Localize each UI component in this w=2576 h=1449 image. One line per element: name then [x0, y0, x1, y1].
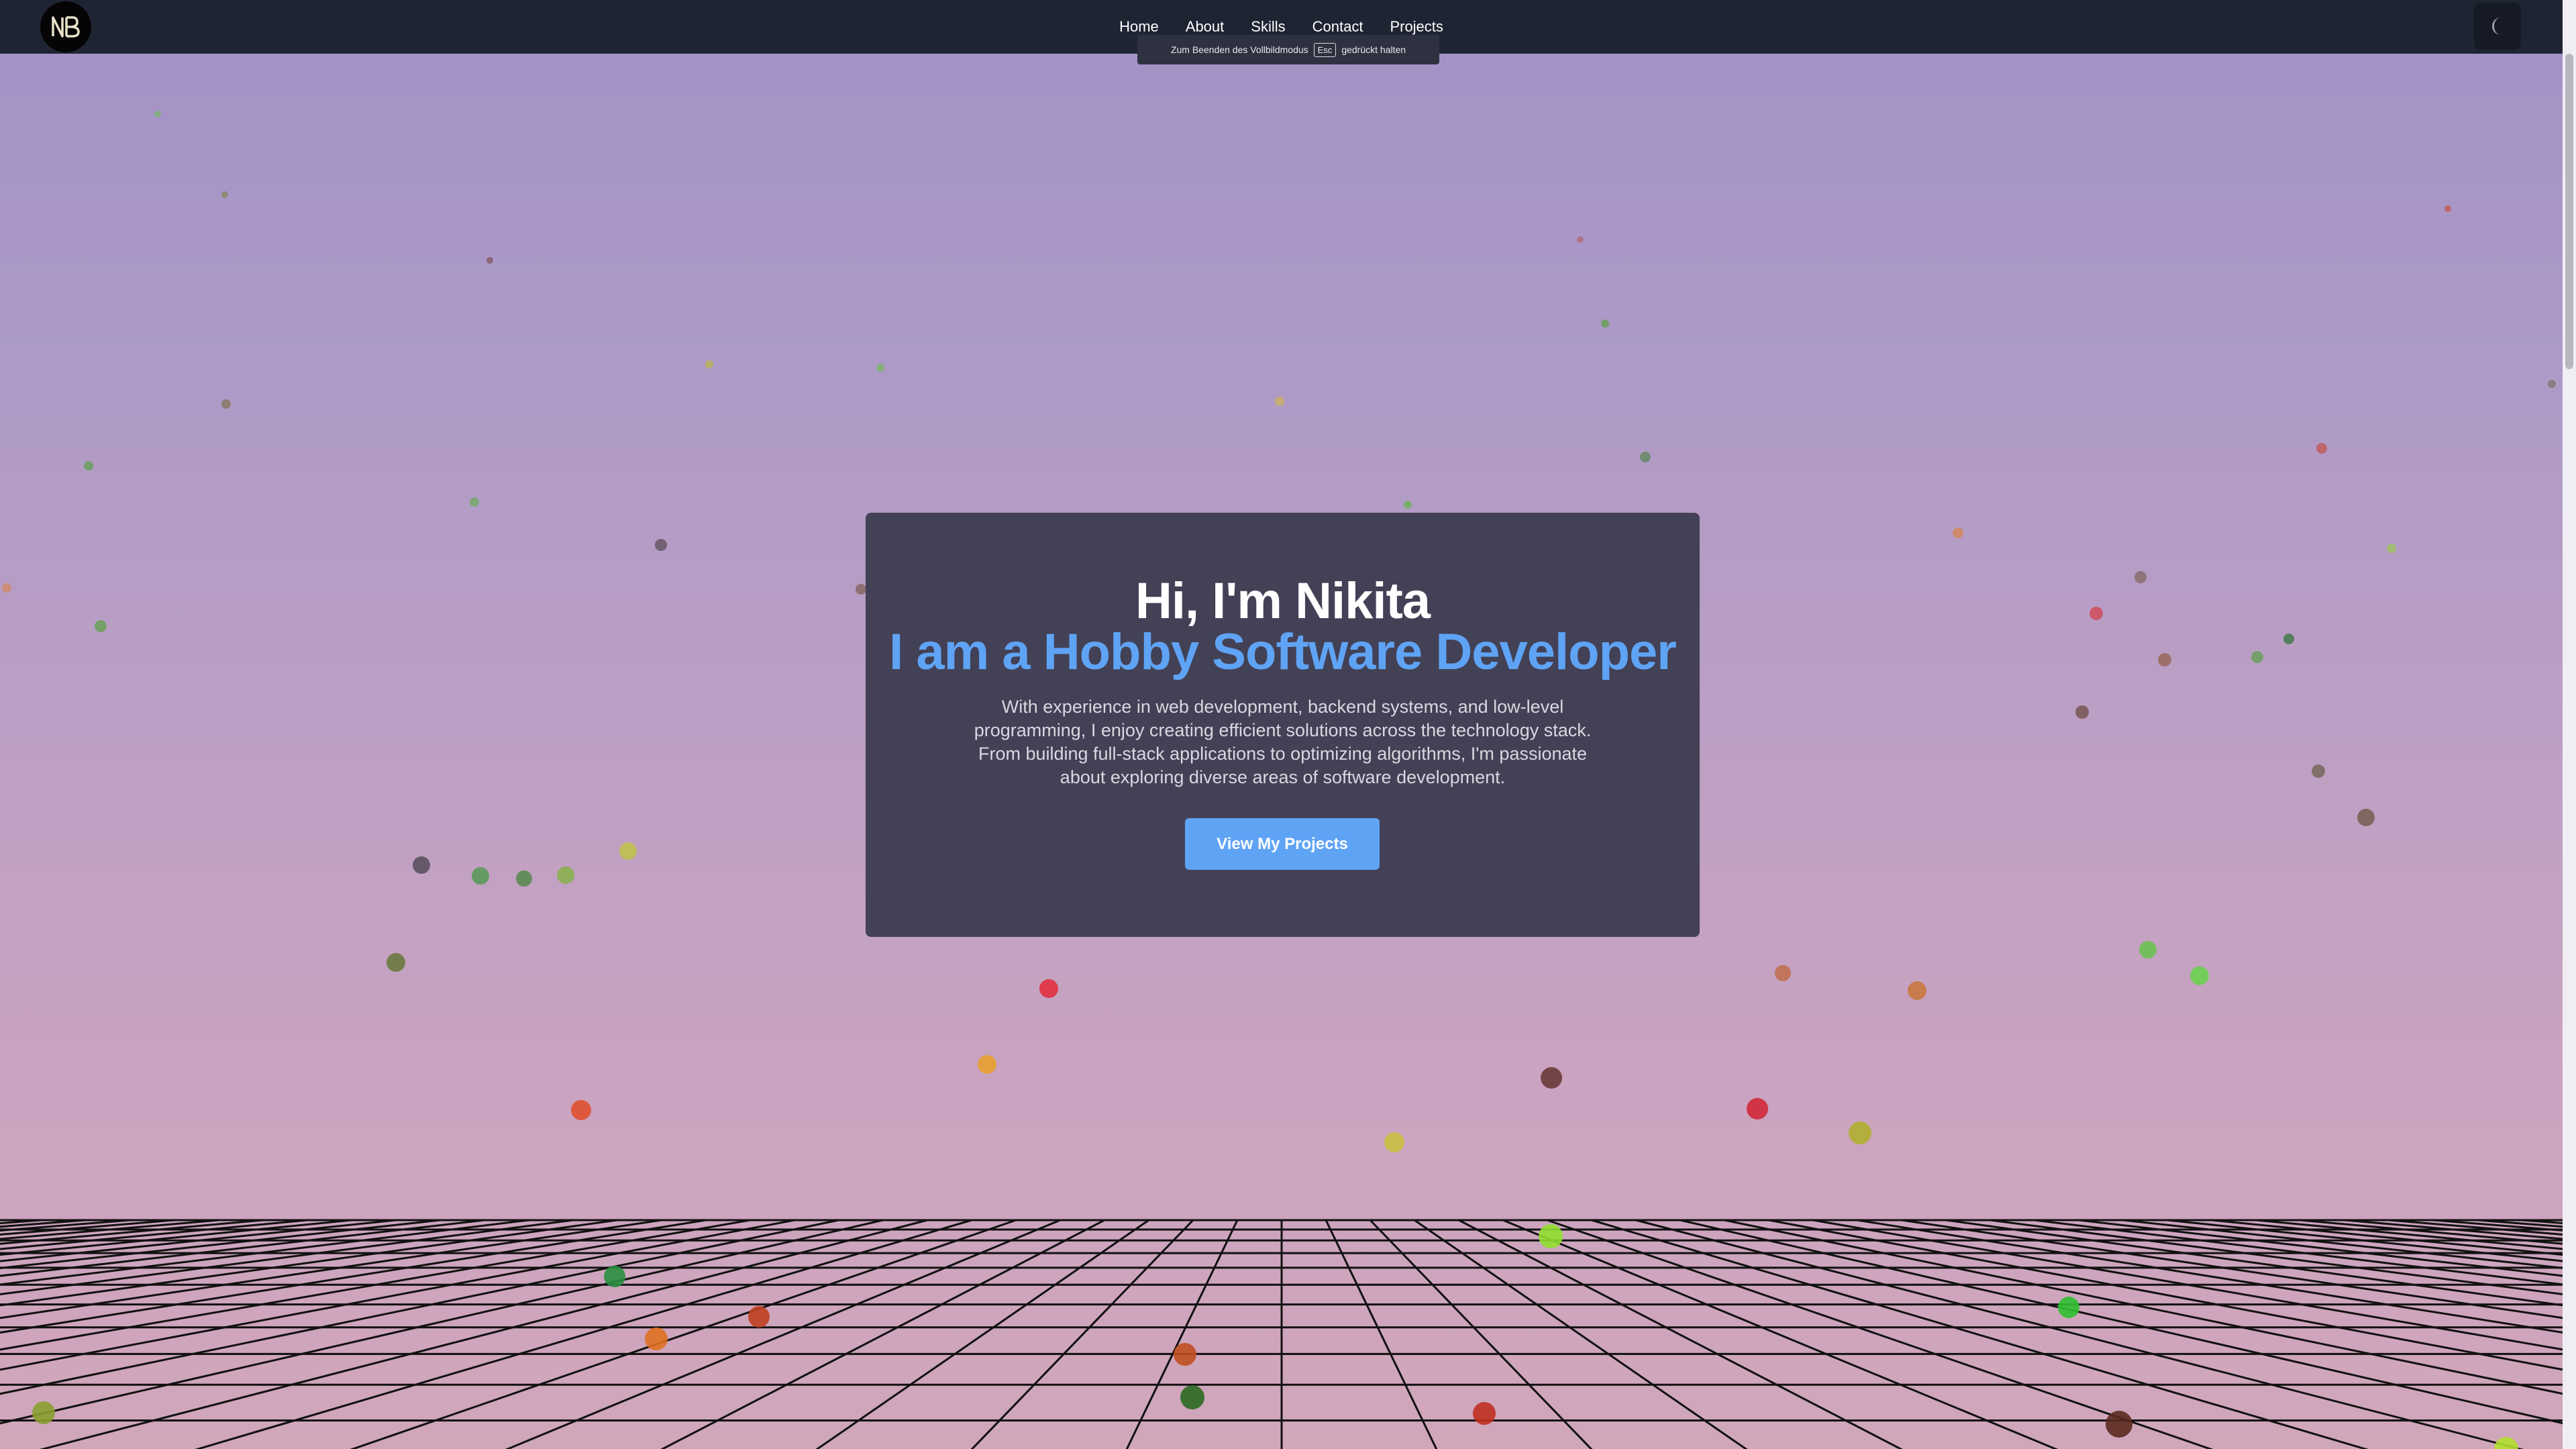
grid-line: [1901, 1219, 2563, 1319]
particle: [1640, 452, 1651, 462]
hero-greeting: Hi, I'm Nikita: [1135, 572, 1431, 630]
particle: [413, 856, 430, 874]
particle: [1473, 1402, 1496, 1425]
fullscreen-notice: Zum Beenden des Vollbildmodus Esc gedrüc…: [1137, 35, 1439, 64]
particle: [387, 953, 405, 972]
esc-key-badge: Esc: [1313, 42, 1337, 57]
particle: [1953, 528, 1963, 538]
particle: [1601, 319, 1609, 328]
hero-role: I am a Hobby Software Developer: [889, 623, 1677, 681]
particle: [2106, 1411, 2132, 1438]
particle: [84, 461, 93, 470]
particle: [1275, 397, 1284, 406]
particle: [1849, 1121, 1871, 1144]
particle: [1775, 965, 1791, 981]
grid-line: [1125, 1219, 1239, 1449]
grid-line: [815, 1219, 1149, 1449]
grid-line: [39, 1219, 928, 1449]
grid-line: [1325, 1219, 1438, 1449]
particle: [2134, 571, 2147, 583]
particle: [571, 1100, 591, 1120]
particle: [978, 1055, 996, 1074]
particle: [1541, 1067, 1562, 1089]
grid-line: [2167, 1219, 2563, 1262]
grid-line: [0, 1219, 707, 1334]
hero-card: Hi, I'm Nikita I am a Hobby Software Dev…: [866, 513, 1700, 937]
page: Home About Skills Contact Projects Zum B…: [0, 0, 2576, 1449]
particle: [1747, 1098, 1768, 1119]
particle: [1384, 1132, 1404, 1152]
grid-line: [1502, 1219, 2059, 1449]
particle: [856, 584, 866, 595]
particle: [95, 620, 107, 632]
particle: [2312, 764, 2325, 778]
particle: [1577, 236, 1584, 243]
view-projects-button[interactable]: View My Projects: [1185, 818, 1380, 870]
grid-line: [1857, 1219, 2563, 1334]
particle: [2139, 941, 2157, 958]
particle: [1180, 1385, 1204, 1409]
nav-projects[interactable]: Projects: [1390, 18, 1443, 36]
particle: [748, 1306, 770, 1328]
fullscreen-notice-suffix: gedrückt halten: [1341, 44, 1406, 55]
particle: [221, 191, 228, 198]
theme-toggle-button[interactable]: [2474, 3, 2521, 50]
particle: [486, 257, 493, 264]
particle: [705, 360, 713, 368]
grid-line: [194, 1219, 972, 1449]
particle: [1404, 501, 1412, 509]
scrollbar[interactable]: [2563, 0, 2576, 1449]
particle: [1539, 1224, 1563, 1248]
particle: [2251, 651, 2263, 663]
nav-skills[interactable]: Skills: [1251, 18, 1285, 36]
grid-line: [505, 1219, 1061, 1449]
scrollbar-thumb[interactable]: [2565, 54, 2573, 369]
particle: [2, 583, 11, 593]
grid-line: [1414, 1219, 1748, 1449]
particle: [1174, 1343, 1196, 1366]
grid-line: [0, 1219, 397, 1262]
particle: [2357, 809, 2375, 826]
particle: [470, 497, 479, 507]
particle: [221, 399, 231, 409]
grid-line: [1591, 1219, 2369, 1449]
particle: [2058, 1297, 2079, 1318]
particle: [2387, 544, 2396, 553]
particle: [876, 364, 884, 372]
particle: [645, 1328, 668, 1350]
moon-icon: [2492, 17, 2501, 35]
hero-description: With experience in web development, back…: [974, 697, 1592, 787]
perspective-grid: [0, 1219, 2563, 1449]
particle: [1908, 981, 1926, 1000]
particle: [154, 111, 161, 117]
grid-line: [2255, 1219, 2563, 1250]
particle: [2444, 205, 2451, 212]
particle: [2316, 443, 2327, 454]
particle: [32, 1401, 55, 1424]
fullscreen-notice-text: Zum Beenden des Vollbildmodus: [1170, 44, 1308, 55]
particle: [2190, 966, 2209, 985]
particle: [1039, 979, 1058, 998]
grid-line: [0, 1219, 662, 1319]
particle: [472, 867, 489, 885]
nav-home[interactable]: Home: [1119, 18, 1159, 36]
particle: [557, 866, 574, 884]
particle: [2494, 1437, 2518, 1449]
particle: [2548, 380, 2556, 388]
particle: [2075, 705, 2089, 719]
particle: [2158, 653, 2171, 666]
nav-contact[interactable]: Contact: [1312, 18, 1363, 36]
particle: [655, 539, 667, 551]
particle: [619, 842, 637, 860]
particle: [2283, 634, 2294, 644]
particle: [604, 1266, 625, 1287]
nav-about[interactable]: About: [1186, 18, 1225, 36]
grid-line: [1635, 1219, 2524, 1449]
particle: [516, 870, 532, 887]
particle: [2090, 607, 2103, 620]
